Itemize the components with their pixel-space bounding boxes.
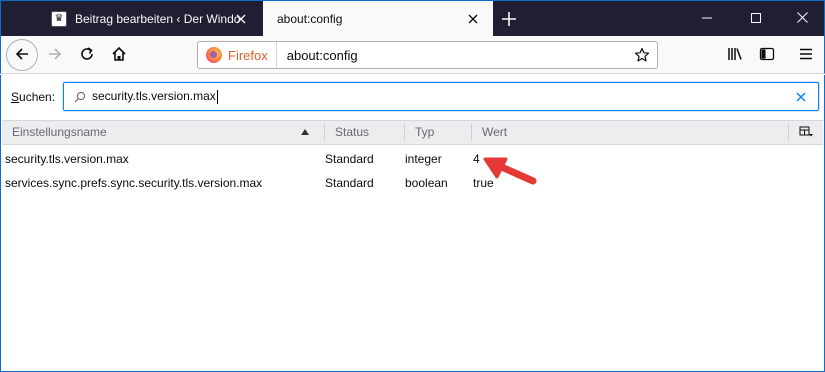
pref-status: Standard [325,176,374,190]
reload-button[interactable] [75,43,99,67]
table-row[interactable]: services.sync.prefs.sync.security.tls.ve… [2,171,823,195]
column-header-type[interactable]: Typ [405,121,434,144]
tab-title: Beitrag bearbeiten ‹ Der Windo [75,12,241,26]
library-button[interactable] [723,43,747,67]
tab-beitrag-bearbeiten[interactable]: ♛ Beitrag bearbeiten ‹ Der Windo [41,1,261,37]
arrow-left-icon [14,46,30,65]
close-tab-icon[interactable] [465,11,481,27]
app-menu-button[interactable] [794,43,818,67]
column-header-name[interactable]: Einstellungsname [2,121,107,144]
close-icon [796,12,808,26]
library-icon [727,46,743,65]
pref-value: 4 [473,152,480,166]
pref-status: Standard [325,152,374,166]
minimize-button[interactable] [684,1,730,37]
about-config-page: Suchen: security.tls.version.max Einstel… [0,75,825,372]
url-text[interactable]: about:config [287,48,358,63]
search-icon [74,91,86,103]
home-icon [111,46,127,65]
new-tab-button[interactable] [497,7,521,31]
crown-icon: ♛ [51,11,67,27]
search-row: Suchen: security.tls.version.max [1,75,824,118]
back-button[interactable] [6,39,38,71]
pref-name: services.sync.prefs.sync.security.tls.ve… [5,176,263,190]
sort-ascending-icon [301,129,309,135]
forward-button[interactable] [43,43,67,67]
browser-brand-label: Firefox [228,47,268,63]
maximize-icon [751,12,761,26]
column-picker-icon[interactable] [799,126,813,138]
sidebar-toggle-button[interactable] [755,43,779,67]
reload-icon [79,46,95,65]
minimize-icon [702,12,712,26]
navigation-toolbar: Firefox about:config [0,36,825,74]
identity-box[interactable]: Firefox [198,42,277,68]
maximize-button[interactable] [733,1,779,37]
arrow-right-icon [47,46,63,65]
table-row[interactable]: security.tls.version.max Standard intege… [2,147,823,171]
home-button[interactable] [107,43,131,67]
clear-search-icon[interactable] [794,90,808,104]
bookmark-star-icon[interactable] [633,46,651,64]
column-header-value[interactable]: Wert [472,121,507,144]
column-header-status[interactable]: Status [325,121,369,144]
search-label: Suchen: [11,90,56,104]
close-window-button[interactable] [779,1,825,37]
pref-name: security.tls.version.max [5,152,129,166]
tab-strip: ♛ Beitrag bearbeiten ‹ Der Windo about:c… [0,0,825,37]
search-input[interactable]: security.tls.version.max [63,82,819,111]
tab-about-config[interactable]: about:config [263,1,493,37]
close-tab-icon[interactable] [233,11,249,27]
search-value: security.tls.version.max [92,89,218,104]
hamburger-menu-icon [798,46,814,65]
column-divider [788,124,789,141]
pref-type: boolean [405,176,448,190]
firefox-logo-icon [206,47,222,63]
url-bar[interactable]: Firefox about:config [197,41,658,69]
sidebar-icon [759,46,775,65]
annotation-arrow-icon [483,157,537,185]
tab-title: about:config [277,12,343,26]
table-header: Einstellungsname Status Typ Wert [2,120,823,145]
pref-type: integer [405,152,442,166]
